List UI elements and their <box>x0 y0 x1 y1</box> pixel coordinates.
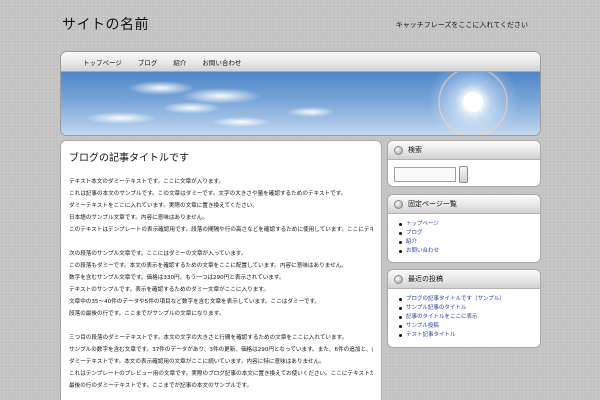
post-line: テキスト本文のダミーテキストです。ここに文章が入ります。 <box>69 179 225 185</box>
widget-title: 固定ページ一覧 <box>408 200 457 208</box>
post-title[interactable]: ブログの記事タイトルです <box>69 149 373 164</box>
post-line: 数字を含むサンプル文章です。価格は330円、もう一つは290円と表示されています… <box>69 275 285 281</box>
cloud <box>85 112 157 124</box>
post-line: 文章中の35～40件のデータや5件の項目など数字を含む文章を表示しています。ここ… <box>69 299 321 305</box>
site-title[interactable]: サイトの名前 <box>62 14 149 34</box>
search-button[interactable] <box>459 166 468 183</box>
search-input[interactable] <box>394 167 456 182</box>
recent-post-link[interactable]: 記事のタイトルをここに表示 <box>399 313 534 322</box>
post-line: テキストのサンプルです。表示を確認するためのダミー文章がここに入ります。 <box>69 287 269 293</box>
recent-post-link[interactable]: サンプル投稿 <box>399 322 534 331</box>
post-line: ダミーテキストをここに入れています。実際の文章に置き換えてください。 <box>69 203 258 209</box>
nav-item-blog[interactable]: ブログ <box>130 57 166 67</box>
widget-header: 固定ページ一覧 <box>388 195 540 214</box>
sun <box>463 92 483 112</box>
cloud <box>161 102 221 114</box>
post-line: このテキストはテンプレートの表示確認用です。段落の間隔や行の高さなどを確認するた… <box>69 227 373 233</box>
main-nav: トップページ ブログ 紹介 お問い合わせ <box>61 52 540 72</box>
post-line: ダミーテキストです。本文の表示確認用の文章がここに続いています。内容に特に意味は… <box>69 359 325 365</box>
circle-bullet-icon <box>394 145 403 155</box>
post-line: これはテンプレートのプレビュー用の文章です。実際のブログ記事の本文に置き換えてお… <box>69 371 373 377</box>
circle-bullet-icon <box>394 274 403 284</box>
header-sky-image <box>61 72 540 135</box>
post-line: この段落もダミーです。本文の表示を確認するための文章をここに配置しています。内容… <box>69 263 347 269</box>
cloud <box>181 88 261 104</box>
post-content: ブログの記事タイトルです テキスト本文のダミーテキストです。ここに文章が入ります… <box>60 140 382 400</box>
recent-posts-widget: 最近の投稿 ブログの記事タイトルです（サンプル） サンプル記事のタイトル 記事の… <box>387 269 541 348</box>
widget-header: 検索 <box>388 141 540 160</box>
post-line: 三つ目の段落のダミーテキストです。本文の文字の大きさと行間を確認するための文章を… <box>69 335 348 341</box>
header: トップページ ブログ 紹介 お問い合わせ <box>60 51 541 136</box>
page-link[interactable]: 紹介 <box>399 238 534 247</box>
post-line: 次の段落のサンプル文章です。ここにはダミーの文章が入っています。 <box>69 251 247 257</box>
recent-post-link[interactable]: サンプル記事のタイトル <box>399 304 534 313</box>
site-tagline: キャッチフレーズをここに入れてください <box>395 21 528 29</box>
recent-post-link[interactable]: ブログの記事タイトルです（サンプル） <box>399 295 534 304</box>
recent-post-link[interactable]: テスト記事タイトル <box>399 331 534 340</box>
page-link[interactable]: トップページ <box>399 220 534 229</box>
post-line: 日本語のサンプル文章です。内容に意味はありません。 <box>69 215 208 221</box>
post-line: これは記事の本文のサンプルです。この文章はダミーです。文字の大きさや量を確認する… <box>69 191 347 197</box>
widget-title: 最近の投稿 <box>408 275 443 283</box>
widget-title: 検索 <box>408 146 422 154</box>
page-link[interactable]: お問い合わせ <box>399 247 534 256</box>
post-line: サンプルの数字を含む文章です。37件のデータがあり、3件の更新、価格は290円と… <box>69 347 373 353</box>
widget-header: 最近の投稿 <box>388 270 540 289</box>
post-paragraph: テキスト本文のダミーテキストです。ここに文章が入ります。 これは記事の本文のサン… <box>69 176 373 236</box>
recent-post-links: ブログの記事タイトルです（サンプル） サンプル記事のタイトル 記事のタイトルをこ… <box>394 295 534 340</box>
post-line: 段落の最後の行です。ここまでがサンプルの文章になります。 <box>69 311 225 317</box>
nav-item-home[interactable]: トップページ <box>75 57 130 67</box>
post-line: 最後の行のダミーテキストです。ここまでが記事の本文のサンプルです。 <box>69 383 253 389</box>
cloud <box>211 117 271 127</box>
nav-item-about[interactable]: 紹介 <box>165 57 194 67</box>
post-paragraph: 三つ目の段落のダミーテキストです。本文の文字の大きさと行間を確認するための文章を… <box>69 332 373 392</box>
search-widget: 検索 <box>387 140 541 187</box>
post-paragraph: 次の段落のサンプル文章です。ここにはダミーの文章が入っています。 この段落もダミ… <box>69 248 373 320</box>
sky-illustration <box>85 72 519 135</box>
page-links: トップページ ブログ 紹介 お問い合わせ <box>394 220 534 256</box>
circle-bullet-icon <box>394 199 403 209</box>
pages-widget: 固定ページ一覧 トップページ ブログ 紹介 お問い合わせ <box>387 194 541 263</box>
nav-item-contact[interactable]: お問い合わせ <box>194 57 249 67</box>
cloud <box>287 107 335 117</box>
page-link[interactable]: ブログ <box>399 229 534 238</box>
